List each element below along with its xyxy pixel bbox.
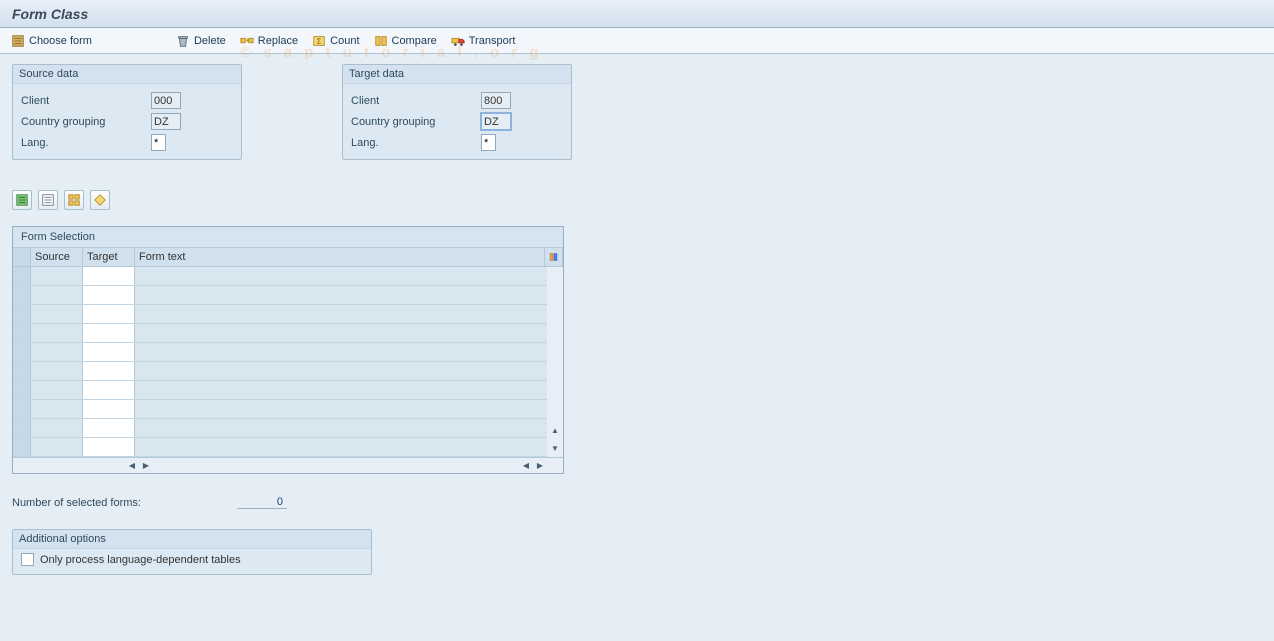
target-country-field[interactable] xyxy=(481,113,511,130)
count-line: Number of selected forms: 0 xyxy=(12,496,1262,509)
target-lang-field[interactable] xyxy=(481,134,496,151)
scroll-left-icon-2[interactable]: ◀ xyxy=(519,459,533,473)
col-form-text[interactable]: Form text xyxy=(135,248,545,266)
scroll-up-icon[interactable]: ▲ xyxy=(548,423,562,437)
form-selection-title: Form Selection xyxy=(13,227,563,248)
form-selection-table: Form Selection Source Target Form text ▲ xyxy=(12,226,564,474)
source-country-field[interactable] xyxy=(151,113,181,130)
count-label: Count xyxy=(330,35,359,47)
scroll-right-icon-2[interactable]: ▶ xyxy=(533,459,547,473)
layout-button[interactable] xyxy=(64,190,84,210)
table-row[interactable] xyxy=(13,343,563,362)
scroll-down-icon[interactable]: ▼ xyxy=(548,441,562,455)
truck-icon xyxy=(451,34,465,48)
transport-button[interactable]: Transport xyxy=(444,31,523,51)
source-client-label: Client xyxy=(21,95,151,107)
delete-button[interactable]: Delete xyxy=(169,31,233,51)
count-button[interactable]: Σ Count xyxy=(305,31,366,51)
source-data-group: Source data Client Country grouping Lang… xyxy=(12,64,242,160)
table-row[interactable] xyxy=(13,400,563,419)
count-icon: Σ xyxy=(312,34,326,48)
target-client-field[interactable] xyxy=(481,92,511,109)
app-toolbar: © s a p t u t o r i a l . o r g Choose f… xyxy=(0,28,1274,54)
icon-button-row xyxy=(12,190,1262,210)
target-data-group: Target data Client Country grouping Lang… xyxy=(342,64,572,160)
choose-form-icon xyxy=(11,34,25,48)
choose-form-label: Choose form xyxy=(29,35,92,47)
table-header: Source Target Form text xyxy=(13,248,563,267)
replace-label: Replace xyxy=(258,35,298,47)
choose-form-button[interactable]: Choose form xyxy=(4,31,99,51)
target-data-title: Target data xyxy=(343,65,571,84)
col-target[interactable]: Target xyxy=(83,248,135,266)
target-country-label: Country grouping xyxy=(351,116,481,128)
select-all-button[interactable] xyxy=(12,190,32,210)
form-builder-button[interactable] xyxy=(90,190,110,210)
scroll-left-icon[interactable]: ◀ xyxy=(125,459,139,473)
col-selector[interactable] xyxy=(13,248,31,266)
vertical-scrollbar[interactable]: ▲ ▼ xyxy=(547,267,563,457)
table-row[interactable] xyxy=(13,267,563,286)
source-country-label: Country grouping xyxy=(21,116,151,128)
additional-options-group: Additional options Only process language… xyxy=(12,529,372,575)
deselect-all-button[interactable] xyxy=(38,190,58,210)
table-row[interactable] xyxy=(13,381,563,400)
table-row[interactable] xyxy=(13,438,563,457)
scroll-right-icon[interactable]: ▶ xyxy=(139,459,153,473)
content-area: Source data Client Country grouping Lang… xyxy=(0,54,1274,585)
col-source[interactable]: Source xyxy=(31,248,83,266)
table-body: ▲ ▼ xyxy=(13,267,563,457)
svg-text:Σ: Σ xyxy=(317,38,322,45)
page-title-text: Form Class xyxy=(12,6,88,22)
compare-label: Compare xyxy=(392,35,437,47)
horizontal-scrollbar[interactable]: ◀ ▶ ◀ ▶ xyxy=(13,457,563,473)
compare-icon xyxy=(374,34,388,48)
replace-button[interactable]: Replace xyxy=(233,31,305,51)
target-client-label: Client xyxy=(351,95,481,107)
table-row[interactable] xyxy=(13,324,563,343)
only-lang-checkbox[interactable] xyxy=(21,553,34,566)
table-row[interactable] xyxy=(13,305,563,324)
delete-label: Delete xyxy=(194,35,226,47)
table-config-button[interactable] xyxy=(545,248,563,266)
table-row[interactable] xyxy=(13,362,563,381)
target-lang-label: Lang. xyxy=(351,137,481,149)
source-data-title: Source data xyxy=(13,65,241,84)
compare-button[interactable]: Compare xyxy=(367,31,444,51)
table-row[interactable] xyxy=(13,419,563,438)
source-lang-field[interactable] xyxy=(151,134,166,151)
transport-label: Transport xyxy=(469,35,516,47)
only-lang-label: Only process language-dependent tables xyxy=(40,554,241,566)
page-title: Form Class xyxy=(0,0,1274,28)
additional-options-title: Additional options xyxy=(13,530,371,549)
source-lang-label: Lang. xyxy=(21,137,151,149)
replace-icon xyxy=(240,34,254,48)
count-label: Number of selected forms: xyxy=(12,497,237,509)
source-client-field[interactable] xyxy=(151,92,181,109)
count-value: 0 xyxy=(237,496,287,509)
trash-icon xyxy=(176,34,190,48)
table-row[interactable] xyxy=(13,286,563,305)
